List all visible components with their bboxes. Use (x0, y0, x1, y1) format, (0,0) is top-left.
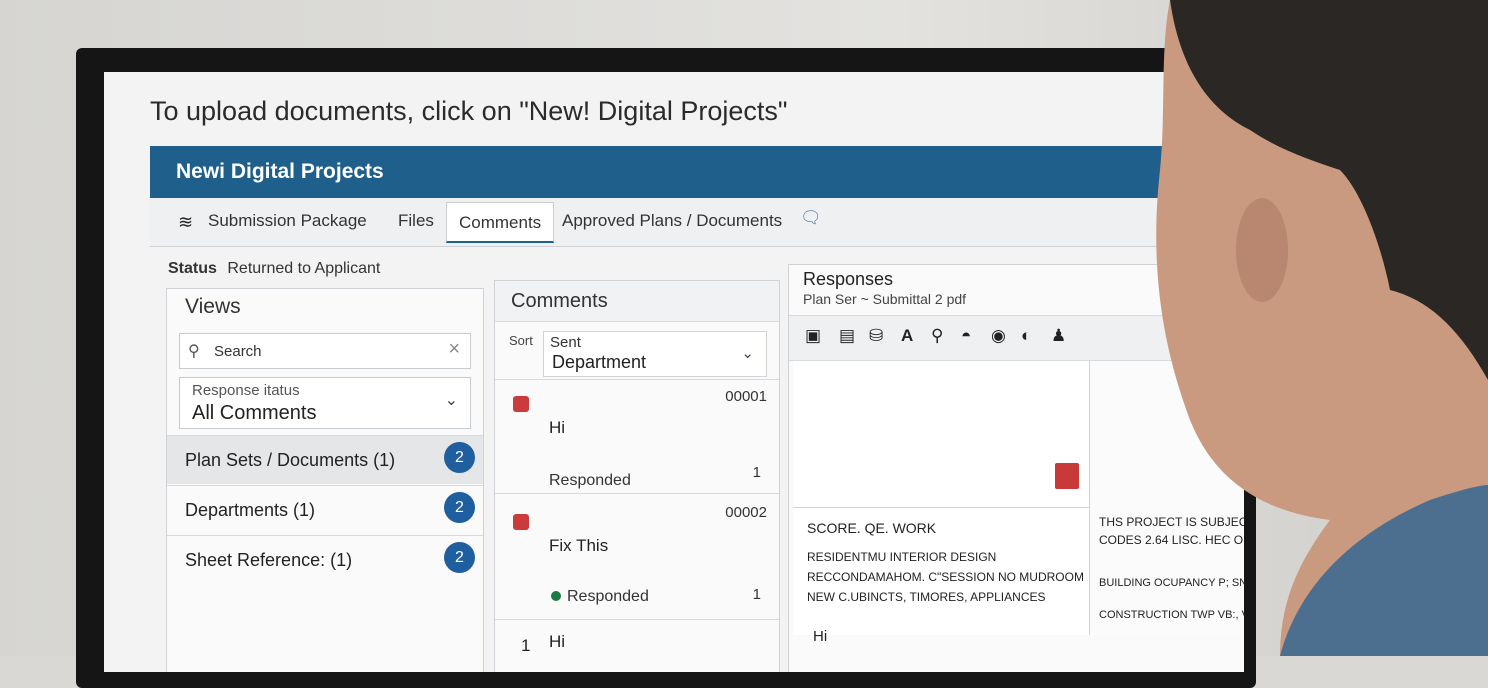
scope-line: RECCONDAMAHOM. C"SESSION NO MUDROOM (807, 570, 1084, 584)
comment-item[interactable]: 1 Hi (495, 619, 779, 672)
flag-icon (513, 396, 529, 412)
comment-text: Fix This (549, 536, 609, 555)
count-badge: 2 (444, 542, 475, 573)
responses-title: Responses (803, 269, 894, 289)
comment-marker-icon[interactable] (1055, 463, 1079, 489)
scope-line: NEW C.UBINCTS, TIMORES, APPLIANCES (807, 590, 1046, 604)
comment-number: 1 (521, 636, 531, 655)
sort-select[interactable]: Sent Department ⌄ (543, 331, 767, 377)
comments-panel: Comments Sort Sent Department ⌄ 00001 Hi… (494, 280, 780, 672)
sort-label: Sort (509, 333, 533, 348)
status-label: Status (168, 260, 217, 277)
screen: To upload documents, click on "New! Digi… (104, 72, 1244, 672)
chevron-down-icon: ⌄ (741, 345, 754, 362)
response-status-select[interactable]: Response itatus All Comments ⌄ (179, 377, 471, 429)
app-title[interactable]: Newi Digital Projects (176, 160, 384, 184)
comment-text: Hi (549, 632, 566, 651)
scope-section: SCORE. QE. WORK RESIDENTMU INTERIOR DESI… (793, 507, 1089, 645)
tab-files[interactable]: Files (398, 211, 434, 231)
search-icon: ⚲ (188, 343, 200, 360)
app-banner: Newi Digital Projects (150, 146, 1244, 198)
view-item-label: Sheet Reference: (1) (185, 550, 353, 570)
responses-subtitle: Plan Ser ~ Submittal 2 pdf (803, 291, 967, 307)
search-placeholder: Search (214, 343, 262, 360)
count-badge: 2 (444, 442, 475, 473)
comment-status: Responded (549, 472, 631, 489)
count-badge: 2 (444, 492, 475, 523)
tab-approved-plans[interactable]: Approved Plans / Documents (562, 211, 782, 231)
circle-icon[interactable]: ◉ (991, 326, 1006, 346)
view-item-label: Plan Sets / Documents (1) (185, 450, 396, 470)
views-panel: Views ⚲ Search × Response itatus All Com… (166, 288, 484, 672)
scope-heading: SCORE. QE. WORK (807, 520, 937, 536)
chevron-down-icon: ⌄ (444, 392, 458, 409)
text-icon[interactable]: A (901, 326, 913, 346)
clear-icon[interactable]: × (448, 338, 460, 361)
sort-line-2: Department (552, 352, 647, 372)
comment-box-icon[interactable]: ▣ (805, 326, 821, 346)
pen-icon[interactable]: ◐ (1021, 326, 1031, 346)
document-icon[interactable]: ▤ (839, 326, 855, 346)
document-preview-left: SCORE. QE. WORK RESIDENTMU INTERIOR DESI… (793, 361, 1090, 645)
view-item-plan-sets[interactable]: Plan Sets / Documents (1) 2 (167, 435, 483, 484)
comment-id: 00001 (725, 388, 767, 405)
package-icon: ≋ (178, 212, 194, 232)
comment-item[interactable]: 00002 Fix This Responded 1 (495, 493, 779, 618)
comments-title: Comments (495, 281, 779, 322)
flag-icon (513, 514, 529, 530)
views-title: Views (185, 295, 241, 318)
select-value: All Comments (192, 402, 317, 424)
comment-status: Responded (551, 588, 649, 606)
user-icon[interactable]: ♟ (1051, 326, 1066, 346)
status-dot (551, 591, 561, 601)
search-input[interactable]: ⚲ Search × (179, 333, 471, 369)
view-item-label: Departments (1) (185, 500, 316, 520)
reply-text: Hi (813, 628, 828, 645)
comment-count: 1 (752, 464, 761, 481)
comment-count: 1 (752, 586, 761, 603)
tab-submission-package[interactable]: Submission Package (208, 211, 367, 231)
view-item-sheet-reference[interactable]: Sheet Reference: (1) 2 (167, 535, 483, 584)
comment-text: Hi (549, 418, 566, 437)
stamp-icon[interactable]: ⛁ (869, 326, 883, 346)
instruction-text: To upload documents, click on "New! Digi… (150, 96, 788, 126)
select-label: Response itatus (192, 382, 300, 399)
comment-id: 00002 (725, 504, 767, 521)
chat-icon[interactable]: 🗨 (800, 208, 822, 228)
view-item-departments[interactable]: Departments (1) 2 (167, 485, 483, 534)
cloud-icon[interactable]: ◓ (961, 326, 971, 346)
sort-line-1: Sent (550, 334, 581, 351)
status-line: Status Returned to Applicant (168, 260, 380, 278)
person-silhouette (1156, 0, 1488, 656)
status-value: Returned to Applicant (227, 260, 381, 277)
tab-bar: ≋ Submission Package Files Comments Appr… (150, 198, 1244, 247)
pin-icon[interactable]: ⚲ (931, 326, 943, 346)
scope-line: RESIDENTMU INTERIOR DESIGN (807, 550, 997, 564)
tab-comments[interactable]: Comments (446, 202, 555, 243)
comment-item[interactable]: 00001 Hi Responded 1 (495, 379, 779, 492)
